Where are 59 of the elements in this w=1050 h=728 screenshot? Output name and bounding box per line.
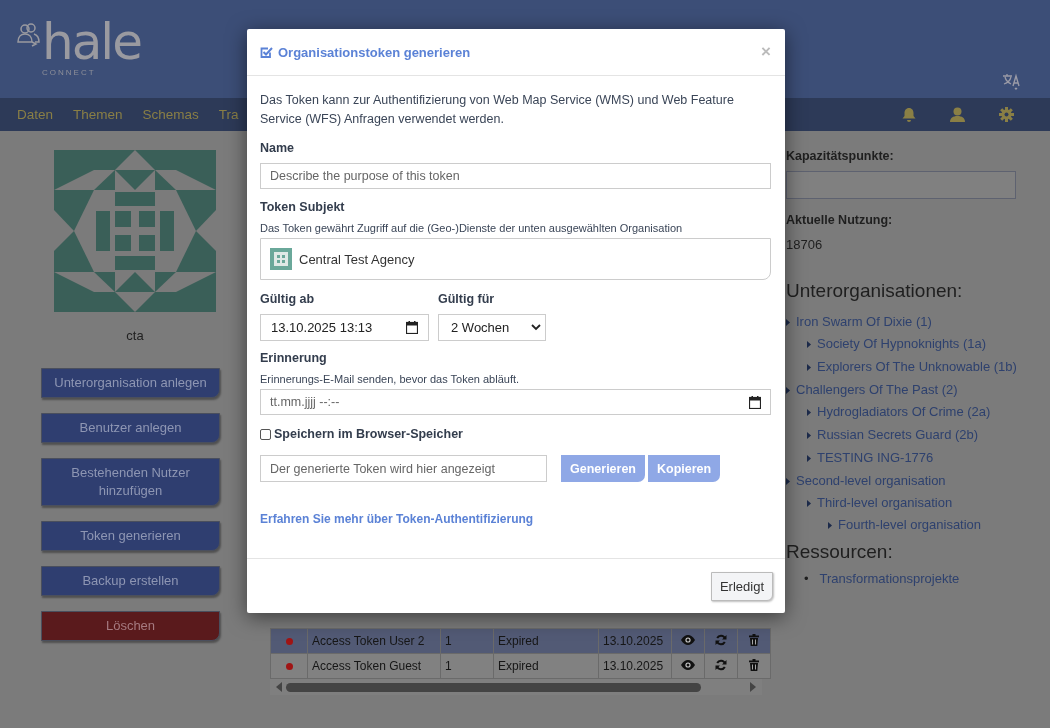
table-cell: 13.10.2025 — [598, 628, 672, 654]
table-cell: 1 — [440, 628, 494, 654]
duration-dropdown[interactable]: 2 Wochen — [438, 314, 546, 341]
suborganisations-heading: Unterorganisationen: — [786, 280, 964, 302]
valid-for-label: Gültig für — [438, 292, 496, 306]
nav-link[interactable]: Daten — [17, 107, 54, 122]
table-cell: Access Token Guest — [307, 653, 441, 679]
usage-value: 18706 — [786, 237, 824, 252]
tree-item[interactable]: Second-level organisation — [786, 473, 946, 488]
valid-from-field[interactable]: 13.10.2025 13:13 — [260, 314, 429, 341]
table-row[interactable]: Access Token User 2 1 Expired 13.10.2025 — [270, 628, 771, 654]
intro-text: Das Token kann zur Authentifizierung von Web Map Service (WMS) und Web Feature Service (WFS) Anfragen verwendet werden. — [260, 92, 735, 128]
action-button[interactable]: Backup erstellen — [41, 566, 220, 596]
name-field[interactable]: Describe the purpose of this token — [260, 163, 771, 189]
tree-item[interactable]: Iron Swarm Of Dixie (1) — [786, 314, 932, 329]
resources-heading: Ressourcen: — [786, 541, 894, 563]
tree-item[interactable]: TESTING ING-1776 — [807, 450, 934, 465]
delete-button[interactable]: Löschen — [41, 611, 220, 641]
table-cell: Expired — [493, 628, 599, 654]
organisation-selector[interactable]: Central Test Agency — [260, 238, 771, 280]
token-output-field[interactable]: Der generierte Token wird hier angezeigt — [260, 455, 547, 482]
capacity-label: Kapazitätspunkte: — [786, 149, 895, 163]
valid-from-label: Gültig ab — [260, 292, 316, 306]
dialog-title: Organisationstoken generieren — [278, 44, 471, 60]
tree-item[interactable]: Russian Secrets Guard (2b) — [807, 427, 979, 442]
tree-item[interactable]: Third-level organisation — [807, 495, 953, 510]
bullet-mark: • — [804, 571, 809, 586]
logo-subtext: CONNECT — [42, 68, 96, 77]
subject-hint: Das Token gewährt Zugriff auf die (Geo-)Dienste der unten ausgewählten Organisation — [260, 222, 684, 234]
done-button[interactable]: Erledigt — [710, 571, 773, 601]
nav-link[interactable]: Themen — [73, 107, 123, 122]
tree-item[interactable]: Fourth-level organisation — [828, 517, 982, 532]
action-button[interactable]: Unterorganisation anlegen — [41, 368, 220, 398]
action-button[interactable]: Benutzer anlegen — [41, 413, 220, 443]
table-row[interactable]: Access Token Guest 1 Expired 13.10.2025 — [270, 653, 771, 679]
table-cell: Access Token User 2 — [307, 628, 441, 654]
close-button[interactable]: × — [761, 42, 771, 62]
organisation-name: cta — [125, 328, 145, 343]
token-auth-link[interactable]: Erfahren Sie mehr über Token-Authentifizierung — [260, 512, 534, 526]
tree-item[interactable]: Hydrogladiators Of Crime (2a) — [807, 404, 991, 419]
nav-link[interactable]: Schemas — [142, 107, 199, 122]
reminder-label: Erinnerung — [260, 351, 328, 365]
nav-link[interactable]: Tra — [218, 107, 239, 122]
action-button[interactable]: Generieren — [561, 455, 645, 482]
action-button[interactable]: Token generieren — [41, 521, 220, 551]
action-button[interactable]: Kopieren — [648, 455, 721, 482]
tree-item[interactable]: Society Of Hypnoknights (1a) — [807, 336, 987, 351]
store-label: Speichern im Browser-Speicher — [274, 427, 463, 441]
subject-label: Token Subjekt — [260, 200, 346, 214]
logo-text: hale — [42, 18, 141, 66]
reminder-hint: Erinnerungs-E-Mail senden, bevor das Token abläuft. — [260, 373, 521, 385]
reminder-date-field[interactable]: tt.mm.jjjj --:-- — [260, 389, 771, 415]
usage-label: Aktuelle Nutzung: — [786, 213, 894, 227]
table-cell: Expired — [493, 653, 599, 679]
tree-item[interactable]: Challengers Of The Past (2) — [786, 382, 958, 397]
tree-item[interactable]: Explorers Of The Unknowable (1b) — [807, 359, 1017, 374]
resource-link[interactable]: Transformationsprojekte — [819, 571, 960, 586]
action-button[interactable]: Bestehenden Nutzer hinzufügen — [41, 458, 220, 506]
name-label: Name — [260, 141, 296, 155]
